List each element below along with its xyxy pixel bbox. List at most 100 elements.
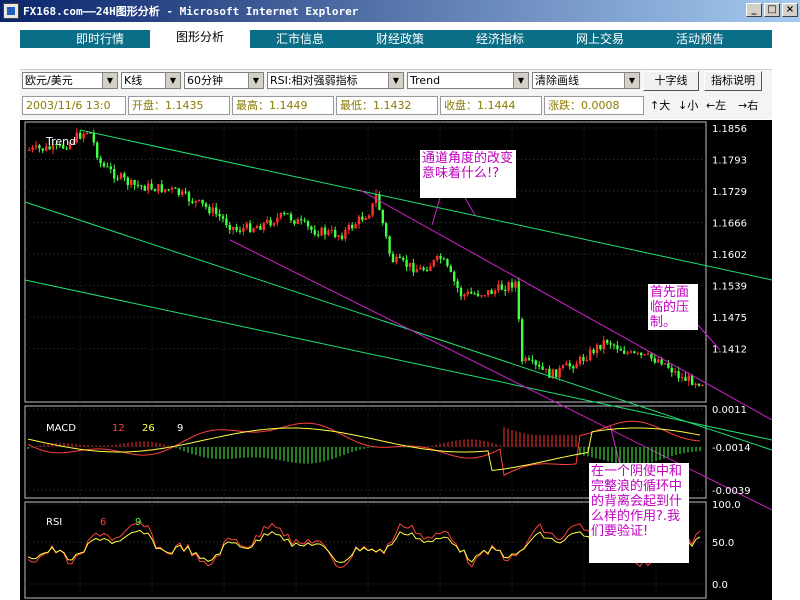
candle-body <box>429 266 432 272</box>
candle-body <box>65 148 68 150</box>
candle-body <box>619 349 622 351</box>
indicator-value: RSI:相对强弱指标 <box>270 74 358 87</box>
candle-body <box>650 353 653 359</box>
candle-body <box>351 224 354 229</box>
price-tick-label: 1.1602 <box>712 250 747 261</box>
candle-body <box>456 281 459 288</box>
indicator-help-button[interactable]: 指标说明 <box>704 71 762 91</box>
annotation-resistance: 首先面临的压制。 <box>648 284 698 330</box>
indicator-select[interactable]: RSI:相对强弱指标 ▼ <box>267 72 404 89</box>
candle-body <box>126 177 129 186</box>
candle-body <box>164 189 167 193</box>
tab-economic-indicators[interactable]: 经济指标 <box>450 30 550 48</box>
chevron-down-icon: ▼ <box>102 73 117 88</box>
candle-body <box>109 166 112 170</box>
candle-body <box>194 200 197 203</box>
annotation-pointer <box>431 197 441 226</box>
trend-label: Trend <box>45 135 76 148</box>
candle-body <box>242 228 245 232</box>
price-tick-label: 1.1475 <box>712 313 747 324</box>
candle-body <box>541 366 544 370</box>
candle-body <box>609 343 612 345</box>
candle-body <box>449 265 452 272</box>
price-tick-label: 1.1793 <box>712 156 747 167</box>
symbol-select[interactable]: 欧元/美元 ▼ <box>22 72 118 89</box>
candle-body <box>38 145 41 149</box>
candle-body <box>92 133 95 143</box>
candle-body <box>187 192 191 202</box>
window-controls: _ □ × <box>746 3 798 17</box>
macd-param-fast: 12 <box>112 423 125 434</box>
trend-line <box>359 189 773 421</box>
tab-chart-analysis[interactable]: 图形分析 <box>150 26 250 48</box>
candle-body <box>657 359 660 363</box>
candle-body <box>466 291 469 295</box>
candle-body <box>198 199 201 201</box>
window-titlebar: FX168.com——24H图形分析 - Microsoft Internet … <box>0 0 800 22</box>
candle-body <box>150 183 153 190</box>
candle-body <box>606 340 609 344</box>
tab-forex-info[interactable]: 汇市信息 <box>250 30 350 48</box>
candle-body <box>337 235 340 237</box>
candle-body <box>279 213 282 218</box>
candle-body <box>402 257 405 260</box>
period-select[interactable]: 60分钟 ▼ <box>184 72 264 89</box>
candle-body <box>116 178 119 180</box>
rsi-param-9: 9 <box>135 517 141 528</box>
scroll-right-button[interactable]: →右 <box>738 96 758 116</box>
scroll-left-button[interactable]: ←左 <box>706 96 726 116</box>
quote-change: 涨跌：0.0008 <box>544 96 644 115</box>
clear-lines-value: 清除画线 <box>535 74 579 87</box>
price-panel-frame <box>24 121 707 403</box>
chart-type-select[interactable]: K线 ▼ <box>121 72 181 89</box>
candle-body <box>510 282 514 288</box>
candle-body <box>663 363 667 365</box>
candle-body <box>531 359 534 361</box>
candle-body <box>225 218 228 226</box>
quote-close: 收盘：1.1444 <box>440 96 542 115</box>
tab-event-preview[interactable]: 活动预告 <box>650 30 750 48</box>
candle-body <box>561 365 565 369</box>
candle-body <box>398 256 401 258</box>
close-button[interactable]: × <box>782 3 798 17</box>
candle-body <box>633 351 636 353</box>
candle-body <box>595 344 599 354</box>
candle-body <box>252 228 255 233</box>
candle-body <box>340 235 344 239</box>
candle-body <box>504 289 507 292</box>
crosshair-button[interactable]: 十字线 <box>643 71 699 91</box>
candle-body <box>235 227 238 231</box>
candle-body <box>388 236 391 254</box>
macd-label: MACD <box>46 423 76 434</box>
clear-lines-select[interactable]: 清除画线 ▼ <box>532 72 640 89</box>
candle-body <box>442 258 446 260</box>
minimize-button[interactable]: _ <box>746 3 762 17</box>
candle-body <box>181 191 184 196</box>
candle-body <box>677 371 680 379</box>
candle-body <box>616 345 619 350</box>
candle-body <box>629 351 633 353</box>
candle-body <box>262 222 265 230</box>
candle-body <box>500 284 503 290</box>
tab-strip: 即时行情 图形分析 汇市信息 财经政策 经济指标 网上交易 活动预告 <box>20 26 772 48</box>
candle-body <box>480 295 483 297</box>
maximize-button[interactable]: □ <box>764 3 780 17</box>
candle-body <box>238 230 242 232</box>
rsi-tick-label: 50.0 <box>712 538 734 549</box>
candle-body <box>476 293 480 297</box>
annotation-divergence: 在一个阴使中和完整浪的循环中的背离会起到什么样的作用?.我们要验证! <box>589 463 689 563</box>
period-value: 60分钟 <box>187 74 223 87</box>
zoom-out-button[interactable]: ↓小 <box>678 96 698 116</box>
tab-finance-policy[interactable]: 财经政策 <box>350 30 450 48</box>
candle-body <box>558 368 561 378</box>
tab-realtime-quotes[interactable]: 即时行情 <box>50 30 150 48</box>
candle-body <box>626 352 629 354</box>
price-tick-label: 1.1412 <box>712 345 747 356</box>
candle-body <box>572 366 575 369</box>
candle-body <box>177 188 180 196</box>
zoom-in-button[interactable]: ↑大 <box>650 96 670 116</box>
tab-online-trading[interactable]: 网上交易 <box>550 30 650 48</box>
candle-body <box>208 206 211 214</box>
macd-tick-label: 0.0011 <box>712 405 747 416</box>
drawing-select[interactable]: Trend ▼ <box>407 72 529 89</box>
